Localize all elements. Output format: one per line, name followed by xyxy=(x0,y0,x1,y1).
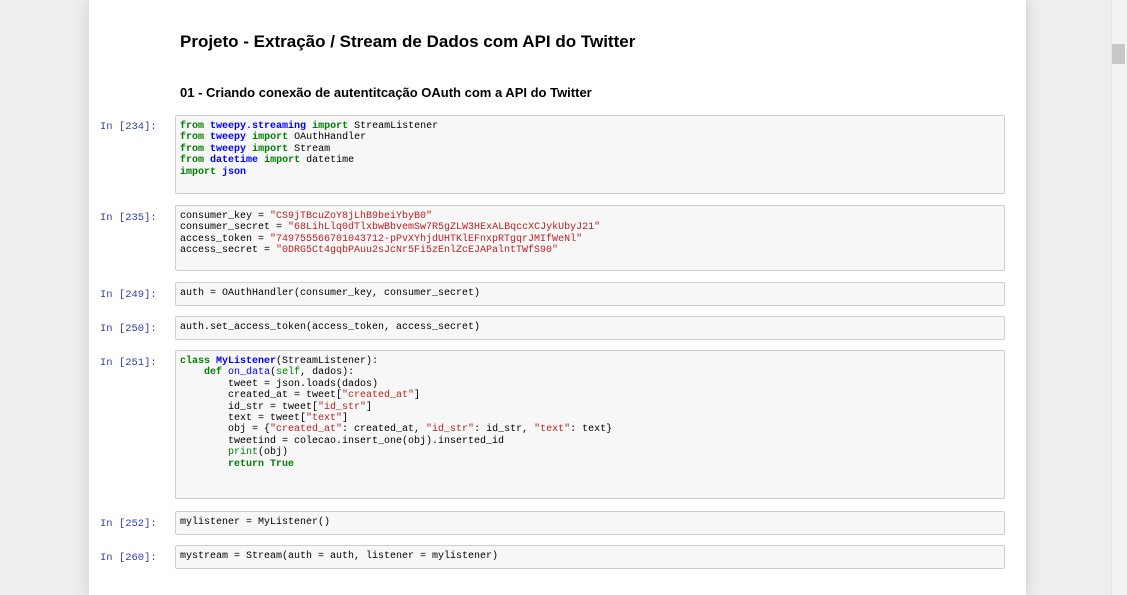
scrollbar-thumb[interactable] xyxy=(1112,44,1125,64)
scrollbar-track[interactable] xyxy=(1111,0,1127,595)
cell-prompt: In [252]: xyxy=(100,518,157,530)
code-cell[interactable]: consumer_key = "CS9jTBcuZoY8jLhB9beiYbyB… xyxy=(175,205,1005,271)
cell-code: auth = OAuthHandler(consumer_key, consum… xyxy=(180,288,481,299)
code-cell[interactable]: auth = OAuthHandler(consumer_key, consum… xyxy=(175,282,1005,306)
code-cell[interactable]: mylistener = MyListener() xyxy=(175,511,1005,535)
cell-code: mystream = Stream(auth = auth, listener … xyxy=(180,551,499,562)
cell-code: consumer_key = "CS9jTBcuZoY8jLhB9beiYbyB… xyxy=(180,211,601,257)
cell-prompt: In [260]: xyxy=(100,552,157,564)
code-cell[interactable]: auth.set_access_token(access_token, acce… xyxy=(175,316,1005,340)
cell-prompt: In [249]: xyxy=(100,289,157,301)
code-cell[interactable]: mystream = Stream(auth = auth, listener … xyxy=(175,545,1005,569)
section-heading: 01 - Criando conexão de autentitcação OA… xyxy=(180,85,592,100)
cell-code: class MyListener(StreamListener): def on… xyxy=(180,356,613,470)
cell-prompt: In [235]: xyxy=(100,212,157,224)
cell-prompt: In [250]: xyxy=(100,323,157,335)
cell-code: from tweepy.streaming import StreamListe… xyxy=(180,121,439,178)
notebook-title: Projeto - Extração / Stream de Dados com… xyxy=(180,32,636,51)
code-cell[interactable]: from tweepy.streaming import StreamListe… xyxy=(175,115,1005,194)
cell-prompt: In [251]: xyxy=(100,357,157,369)
code-cell[interactable]: class MyListener(StreamListener): def on… xyxy=(175,350,1005,499)
cell-prompt: In [234]: xyxy=(100,121,157,133)
cell-code: mylistener = MyListener() xyxy=(180,517,331,528)
cell-code: auth.set_access_token(access_token, acce… xyxy=(180,322,481,333)
